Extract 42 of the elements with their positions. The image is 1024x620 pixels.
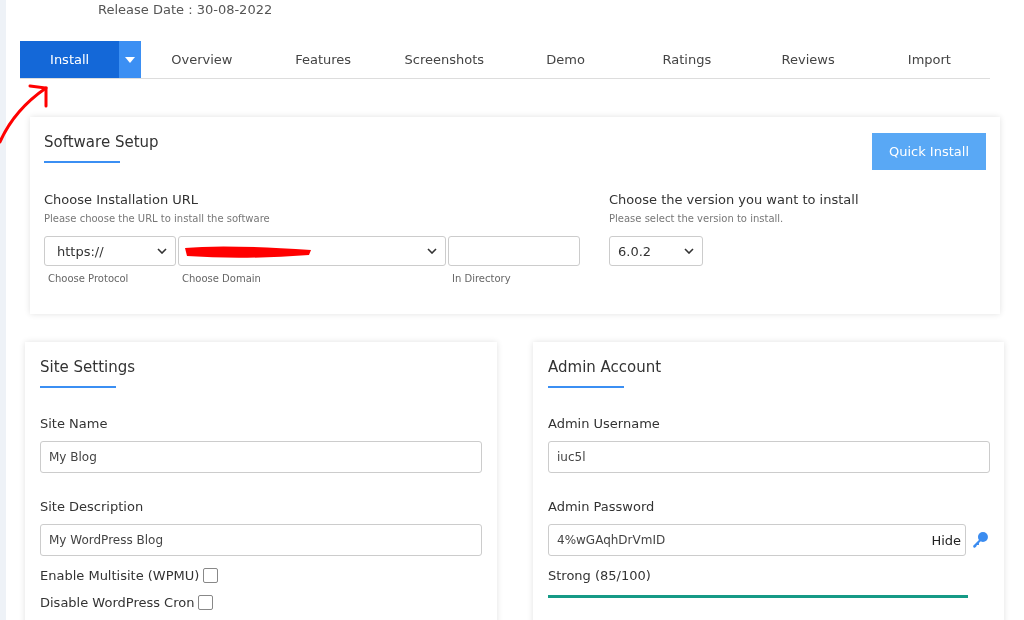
field-caption: Choose Protocol — [48, 273, 130, 284]
field-label: Site Name — [40, 416, 109, 431]
caret-icon — [125, 56, 136, 63]
option-label: Disable WordPress Cron — [40, 595, 195, 610]
field-hint: Please choose the URL to install the software — [44, 213, 271, 224]
field-caption: In Directory — [452, 273, 512, 284]
strength-text: Strong (85/100) — [548, 568, 652, 583]
field-label: Admin Password — [548, 499, 656, 514]
field-hint: Please select the version to install. — [609, 213, 785, 224]
release-date: Release Date : 30-08-2022 — [98, 2, 274, 17]
chevron-icon — [684, 248, 694, 254]
protocol-select[interactable]: https:// — [44, 236, 176, 266]
chevron-icon — [157, 248, 167, 254]
field-label: Admin Username — [548, 416, 661, 431]
tab[interactable]: Overview — [141, 41, 263, 78]
tab[interactable]: Screenshots — [383, 41, 505, 78]
field-label: Choose Installation URL — [44, 192, 200, 207]
tab[interactable]: Demo — [505, 41, 627, 78]
tab[interactable]: Reviews — [747, 41, 869, 78]
checkbox[interactable] — [203, 568, 219, 583]
tab[interactable]: Ratings — [626, 41, 748, 78]
password-field[interactable]: 4%wGAqhDrVmID Hide — [548, 524, 967, 556]
dropdown-button[interactable] — [119, 41, 142, 78]
field-label: Choose the version you want to install — [609, 192, 859, 207]
checkbox[interactable] — [198, 595, 214, 610]
field-caption: Choose Domain — [182, 273, 262, 284]
section-title: Software Setup — [44, 133, 159, 151]
username-field[interactable]: iuc5l — [548, 441, 990, 473]
option-label: Enable Multisite (WPMU) — [40, 568, 200, 583]
section-title: Site Settings — [40, 358, 137, 376]
text-field[interactable]: My WordPress Blog — [40, 524, 482, 556]
tab[interactable]: Features — [262, 41, 384, 78]
chevron-icon — [427, 248, 437, 254]
tab[interactable]: Install — [20, 41, 120, 78]
key-icon[interactable] — [971, 531, 989, 549]
version-select[interactable]: 6.0.2 — [609, 236, 703, 266]
field-label: Site Description — [40, 499, 145, 514]
tab[interactable]: Import — [868, 41, 990, 78]
domain-select[interactable] — [178, 236, 446, 266]
section-title: Admin Account — [548, 358, 663, 376]
text-field[interactable]: My Blog — [40, 441, 482, 473]
directory-field[interactable] — [448, 236, 580, 266]
